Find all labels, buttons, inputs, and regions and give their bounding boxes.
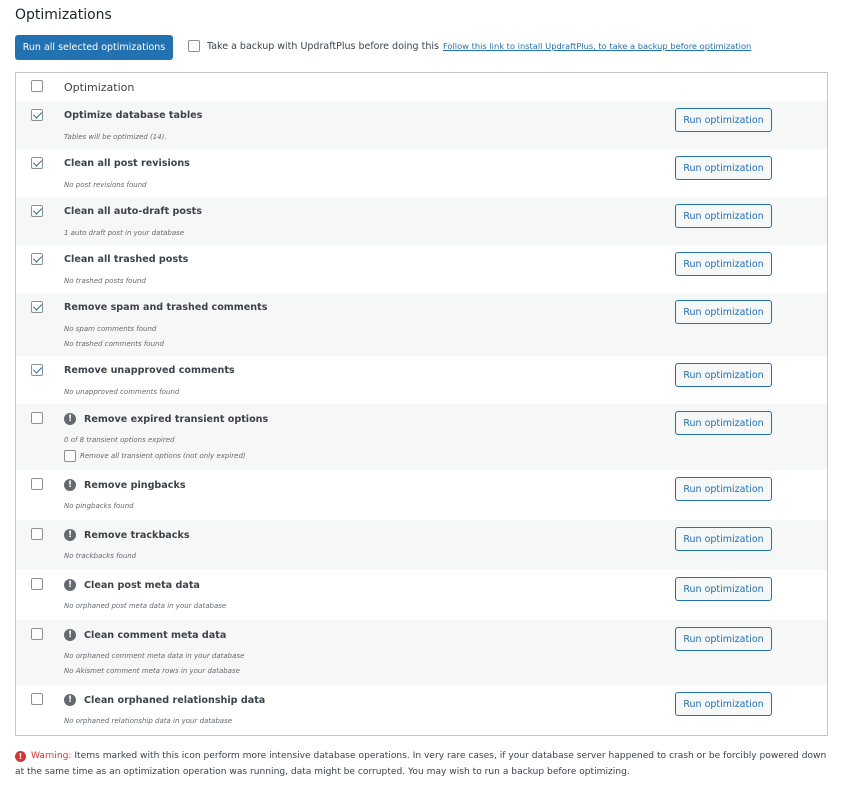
optimization-name: ! Remove expired transient options <box>64 413 268 425</box>
run-optimization-button[interactable]: Run optimization <box>675 204 772 228</box>
optimization-name-text: Clean all auto-draft posts <box>64 206 202 217</box>
column-header-optimization: Optimization <box>64 81 135 94</box>
updraftplus-link[interactable]: Follow this link to install UpdraftPlus,… <box>443 41 751 51</box>
run-optimization-button[interactable]: Run optimization <box>675 477 772 501</box>
run-optimization-button[interactable]: Run optimization <box>675 252 772 276</box>
optimization-name: Optimize database tables <box>64 110 202 121</box>
table-row: Clean all auto-draft posts 1 auto draft p… <box>16 197 827 245</box>
optimization-name-text: Remove pingbacks <box>84 479 186 491</box>
optimization-detail: No post revisions found <box>64 181 147 189</box>
optimization-detail: No unapproved comments found <box>64 388 180 396</box>
optimization-detail: No orphaned comment meta data in your da… <box>64 652 245 660</box>
run-optimization-button[interactable]: Run optimization <box>675 156 772 180</box>
optimization-name: ! Remove trackbacks <box>64 529 190 541</box>
remove-all-transients-label: Remove all transient options (not only e… <box>80 452 246 460</box>
warning-text: Items marked with this icon perform more… <box>15 751 827 777</box>
row-checkbox[interactable] <box>31 109 43 121</box>
optimization-name: ! Clean comment meta data <box>64 629 226 641</box>
optimization-name: Clean all post revisions <box>64 158 190 169</box>
row-checkbox[interactable] <box>31 412 43 424</box>
backup-option: Take a backup with UpdraftPlus before do… <box>188 40 751 52</box>
warning-note: ! Warning: Items marked with this icon pe… <box>15 748 830 780</box>
optimization-detail: No trashed comments found <box>64 340 164 348</box>
optimization-detail: No trashed posts found <box>64 277 146 285</box>
run-optimization-button[interactable]: Run optimization <box>675 300 772 324</box>
optimization-name-text: Clean all trashed posts <box>64 254 189 265</box>
run-all-button[interactable]: Run all selected optimizations <box>15 35 173 60</box>
table-row: ! Remove trackbacks No trackbacks found Run… <box>16 520 827 570</box>
optimization-name-text: Clean orphaned relationship data <box>84 694 266 706</box>
page-title: Optimizations <box>15 7 112 23</box>
row-checkbox[interactable] <box>31 205 43 217</box>
run-optimization-button[interactable]: Run optimization <box>675 577 772 601</box>
row-checkbox[interactable] <box>31 578 43 590</box>
row-checkbox[interactable] <box>31 157 43 169</box>
run-optimization-button[interactable]: Run optimization <box>675 411 772 435</box>
table-row: ! Remove pingbacks No pingbacks found Run o… <box>16 470 827 520</box>
table-row: Remove unapproved comments No unapproved … <box>16 356 827 404</box>
optimization-name: Remove spam and trashed comments <box>64 302 267 313</box>
warning-label: Warning: <box>31 751 72 761</box>
warning-icon: ! <box>15 751 26 762</box>
warning-icon: ! <box>64 579 76 591</box>
select-all-checkbox[interactable] <box>31 80 43 92</box>
optimization-name-text: Clean comment meta data <box>84 629 227 641</box>
optimization-detail: No Akismet comment meta rows in your dat… <box>64 667 240 675</box>
table-row: Clean all trashed posts No trashed posts … <box>16 245 827 293</box>
table-row: ! Clean orphaned relationship data No orph… <box>16 685 827 735</box>
row-checkbox[interactable] <box>31 253 43 265</box>
optimization-name-text: Remove unapproved comments <box>64 365 235 376</box>
optimization-name: ! Clean orphaned relationship data <box>64 694 265 706</box>
run-optimization-button[interactable]: Run optimization <box>675 627 772 651</box>
row-checkbox[interactable] <box>31 478 43 490</box>
optimization-name-text: Clean post meta data <box>84 579 200 591</box>
optimization-name: Clean all trashed posts <box>64 254 188 265</box>
table-row: ! Clean comment meta data No orphaned comm… <box>16 620 827 685</box>
row-checkbox[interactable] <box>31 628 43 640</box>
optimization-detail: No spam comments found <box>64 325 157 333</box>
optimization-detail: 0 of 8 transient options expired <box>64 436 175 444</box>
optimization-detail: Tables will be optimized (14). <box>64 133 167 141</box>
table-row: Clean all post revisions No post revision… <box>16 149 827 197</box>
optimization-detail: No trackbacks found <box>64 552 137 560</box>
optimization-name-text: Remove expired transient options <box>84 413 269 425</box>
optimization-name-text: Remove trackbacks <box>84 529 190 541</box>
backup-checkbox[interactable] <box>188 40 200 52</box>
optimization-name: Remove unapproved comments <box>64 365 235 376</box>
row-checkbox[interactable] <box>31 301 43 313</box>
row-checkbox[interactable] <box>31 364 43 376</box>
table-row: ! Remove expired transient options 0 of 8 … <box>16 404 827 470</box>
optimization-name-text: Optimize database tables <box>64 110 203 121</box>
optimizations-table: Optimization Optimize database tables Tab… <box>15 72 828 736</box>
run-optimization-button[interactable]: Run optimization <box>675 108 772 132</box>
run-optimization-button[interactable]: Run optimization <box>675 692 772 716</box>
optimization-name: ! Remove pingbacks <box>64 479 186 491</box>
table-header: Optimization <box>16 73 827 102</box>
table-row: Optimize database tables Tables will be o… <box>16 101 827 149</box>
warning-icon: ! <box>64 479 76 491</box>
remove-all-transients-option: Remove all transient options (not only e… <box>64 450 246 462</box>
optimization-name-text: Clean all post revisions <box>64 158 190 169</box>
optimization-name-text: Remove spam and trashed comments <box>64 302 268 313</box>
optimization-detail: No orphaned post meta data in your datab… <box>64 602 227 610</box>
warning-icon: ! <box>64 529 76 541</box>
remove-all-transients-checkbox[interactable] <box>64 450 76 462</box>
run-optimization-button[interactable]: Run optimization <box>675 363 772 387</box>
optimization-name: Clean all auto-draft posts <box>64 206 202 217</box>
optimization-detail: No orphaned relationship data in your da… <box>64 717 233 725</box>
run-optimization-button[interactable]: Run optimization <box>675 527 772 551</box>
warning-icon: ! <box>64 694 76 706</box>
warning-icon: ! <box>64 629 76 641</box>
optimization-detail: No pingbacks found <box>64 502 134 510</box>
row-checkbox[interactable] <box>31 693 43 705</box>
table-row: Remove spam and trashed comments No spam … <box>16 293 827 356</box>
backup-label: Take a backup with UpdraftPlus before do… <box>207 40 439 52</box>
row-checkbox[interactable] <box>31 528 43 540</box>
optimization-name: ! Clean post meta data <box>64 579 200 591</box>
table-row: ! Clean post meta data No orphaned post me… <box>16 570 827 620</box>
optimization-detail: 1 auto draft post in your database <box>64 229 185 237</box>
warning-icon: ! <box>64 413 76 425</box>
